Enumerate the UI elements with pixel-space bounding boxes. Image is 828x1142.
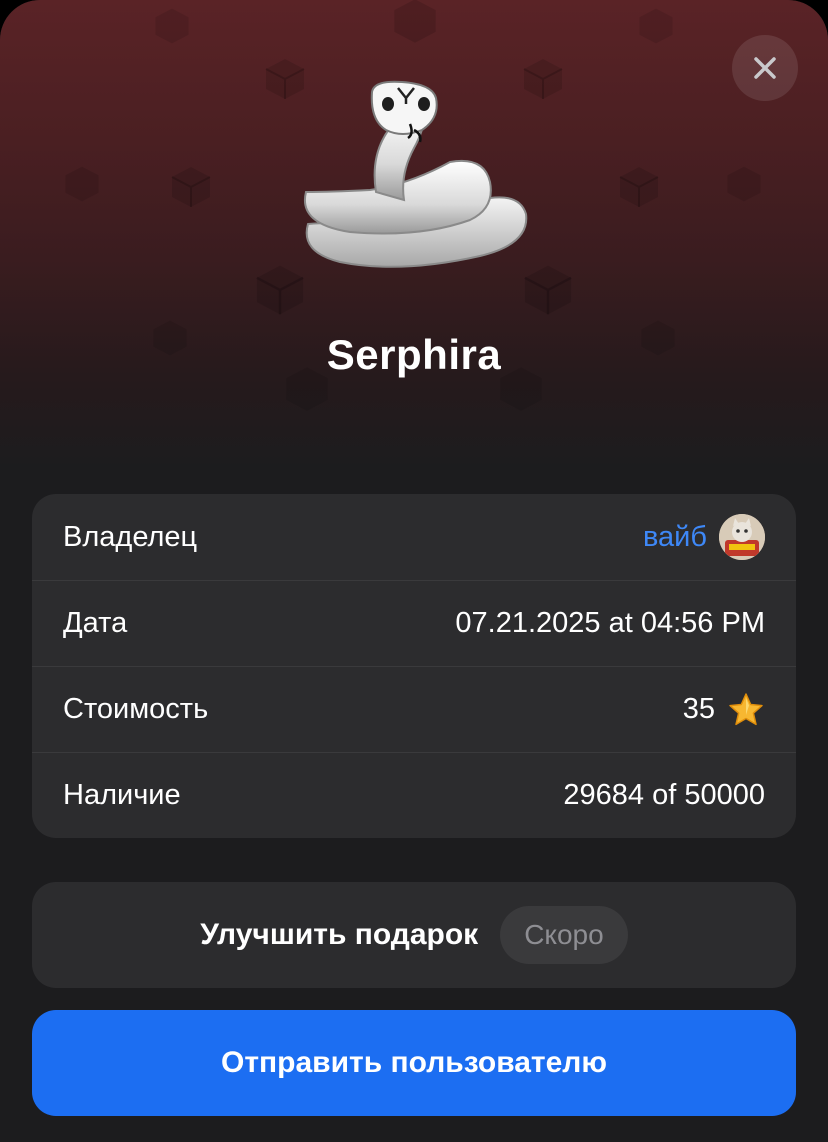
- availability-row: Наличие 29684 of 50000: [32, 752, 796, 838]
- gift-hero: Serphira: [0, 0, 828, 470]
- price-label: Стоимость: [63, 693, 209, 725]
- cube-pattern-icon: [171, 167, 211, 207]
- gift-title: Serphira: [326, 331, 502, 378]
- date-value: 07.21.2025 at 04:56 PM: [455, 607, 765, 639]
- upgrade-gift-label: Улучшить подарок: [200, 918, 479, 951]
- cube-pattern-icon: [65, 166, 99, 202]
- cube-pattern-icon: [394, 0, 436, 43]
- cube-pattern-icon: [639, 8, 673, 44]
- close-icon: [754, 57, 776, 79]
- availability-value: 29684 of 50000: [563, 779, 765, 811]
- owner-avatar[interactable]: [719, 514, 765, 560]
- price-value: 35: [682, 693, 715, 725]
- upgrade-gift-button[interactable]: Улучшить подарок Скоро: [32, 882, 796, 988]
- date-label: Дата: [63, 607, 128, 639]
- owner-row: Владелец вайб: [32, 494, 796, 580]
- close-button[interactable]: [732, 35, 798, 101]
- cube-pattern-icon: [619, 167, 659, 207]
- price-row: Стоимость 35: [32, 666, 796, 752]
- soon-badge: Скоро: [500, 906, 628, 964]
- gift-details-card: Владелец вайб Дата 07.21.2025 at 04:56 P…: [32, 494, 796, 838]
- owner-name-link[interactable]: вайб: [643, 521, 707, 554]
- date-row: Дата 07.21.2025 at 04:56 PM: [32, 580, 796, 666]
- cube-pattern-icon: [727, 166, 761, 202]
- availability-label: Наличие: [63, 779, 181, 811]
- star-icon: [729, 692, 763, 725]
- gift-sheet: Serphira Владелец вайб Дата 07.21.2025 a…: [0, 0, 828, 1142]
- owner-label: Владелец: [63, 520, 198, 553]
- cube-pattern-icon: [155, 8, 189, 44]
- gift-snake-image: [303, 80, 528, 268]
- cat-avatar-icon: [719, 514, 765, 560]
- send-to-user-button[interactable]: Отправить пользователю: [32, 1010, 796, 1116]
